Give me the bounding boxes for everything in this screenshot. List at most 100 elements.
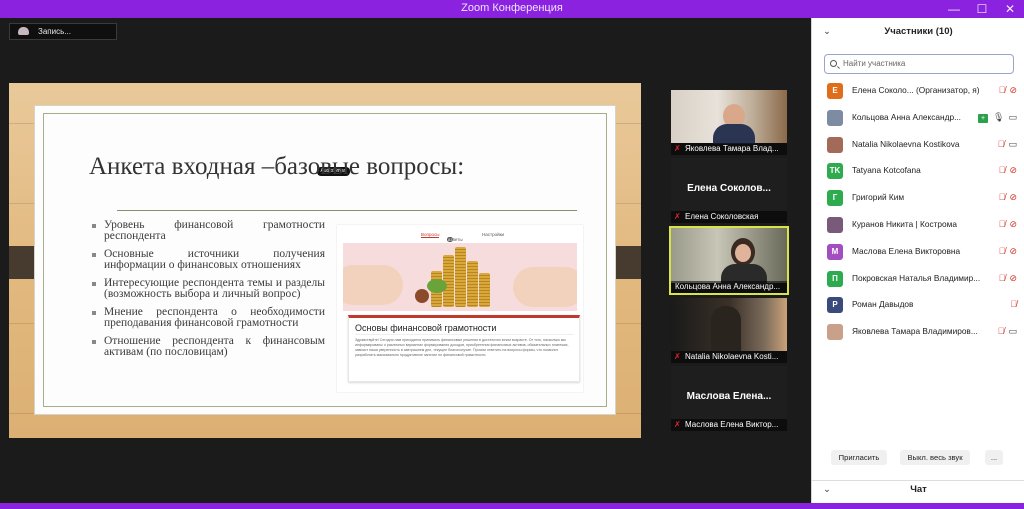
participant-status-icons: 🎙̸ ⊘ xyxy=(999,219,1017,230)
form-description-card: Основы финансовой грамотности Здравствуй… xyxy=(348,315,580,382)
invite-button[interactable]: Пригласить xyxy=(831,450,887,465)
camera-icon[interactable]: ▭ xyxy=(1008,139,1017,149)
chat-header[interactable]: ⌄ Чат xyxy=(812,480,1024,498)
avatar: Е xyxy=(827,83,843,99)
camera-off-icon[interactable]: ⊘ xyxy=(1009,246,1017,256)
participants-header[interactable]: ⌄ Участники (10) xyxy=(812,26,1024,42)
participant-row[interactable]: Р Роман Давыдов 🎙̸ xyxy=(812,292,1024,319)
slide-divider xyxy=(117,210,577,211)
mic-muted-icon[interactable]: 🎙̸ xyxy=(999,165,1006,175)
participant-name: Покровская Наталья Владимир... xyxy=(852,272,981,283)
participant-name: Маслова Елена Викторовна xyxy=(852,245,961,256)
form-tab-settings: Настройки xyxy=(482,232,505,237)
form-tab-questions: Вопросы xyxy=(421,232,440,238)
participant-row[interactable]: Natalia Nikolaevna Kostikova 🎙̸ ▭ xyxy=(812,132,1024,159)
avatar xyxy=(827,109,843,126)
slide-bullet-list: Уровень финансовой грамотности респонден… xyxy=(89,219,325,365)
avatar: П xyxy=(827,270,843,287)
participant-status-icons: 🎙̸ ⊘ xyxy=(999,165,1017,176)
participant-status-icons: 🎙̸ ▭ xyxy=(998,326,1017,337)
mic-muted-icon[interactable]: 🎙̸ xyxy=(1010,299,1017,309)
participant-status-icons: 🎙̸ ⊘ xyxy=(999,246,1017,257)
participant-row[interactable]: Е Елена Соколо... (Организатор, я) 🎙̸ ⊘ xyxy=(812,78,1024,105)
participant-name: Куранов Никита | Кострома xyxy=(852,218,957,229)
video-feed xyxy=(671,298,787,351)
avatar xyxy=(827,216,843,233)
form-card-title: Основы финансовой грамотности xyxy=(355,323,497,333)
close-icon[interactable]: ✕ xyxy=(996,0,1024,18)
mic-muted-icon[interactable]: 🎙̸ xyxy=(999,246,1006,256)
tile-caption: Кольцова Анна Александр... xyxy=(675,282,781,291)
participant-search-input[interactable]: Найти участника xyxy=(824,54,1014,74)
recording-label: Запись... xyxy=(38,27,71,36)
video-tile[interactable]: Елена Соколов... ✗ Елена Соколовская xyxy=(671,158,787,223)
mic-muted-icon[interactable]: 🎙̸ xyxy=(999,85,1006,95)
participant-row[interactable]: Г Григорий Ким 🎙̸ ⊘ xyxy=(812,185,1024,212)
participant-status-icons: 🎙̸ xyxy=(1010,299,1017,309)
form-banner-image xyxy=(343,243,577,311)
cloud-record-icon xyxy=(18,27,29,35)
participant-status-icons: + 🎙 ▭ xyxy=(978,112,1017,123)
participant-name: Яковлева Тамара Владимиров... xyxy=(852,326,978,337)
chat-title: Чат xyxy=(910,484,927,495)
participant-name: Елена Соколо... (Организатор, я) xyxy=(852,85,980,95)
active-speaker-tile[interactable]: Кольцова Анна Александр... xyxy=(669,226,789,295)
participants-panel: ⌄ Участники (10) Найти участника Е Елена … xyxy=(811,18,1024,503)
mic-muted-icon[interactable]: 🎙̸ xyxy=(999,192,1006,202)
video-tile[interactable]: ✗ Яковлева Тамара Влад... xyxy=(671,90,787,155)
avatar: Р xyxy=(827,297,843,314)
mic-muted-icon: ✗ xyxy=(674,420,681,429)
camera-icon[interactable]: ▭ xyxy=(1008,112,1017,122)
tile-name: Елена Соколов... xyxy=(687,183,771,194)
participant-row[interactable]: П Покровская Наталья Владимир... 🎙̸ ⊘ xyxy=(812,266,1024,293)
chevron-down-icon[interactable]: ⌄ xyxy=(823,26,831,37)
tile-caption: Елена Соколовская xyxy=(685,212,759,221)
participant-row[interactable]: Кольцова Анна Александр... + 🎙 ▭ xyxy=(812,105,1024,132)
mic-muted-icon: ✗ xyxy=(674,144,681,153)
participant-row[interactable]: М Маслова Елена Викторовна 🎙̸ ⊘ xyxy=(812,239,1024,266)
chevron-down-icon[interactable]: ⌄ xyxy=(823,481,831,499)
participant-name: Natalia Nikolaevna Kostikova xyxy=(852,138,960,149)
more-options-button[interactable]: ... xyxy=(985,450,1003,465)
shared-screen: AudioSmart Анкета входная –базовые вопро… xyxy=(9,83,641,438)
mic-muted-icon[interactable]: 🎙̸ xyxy=(998,139,1005,149)
camera-off-icon[interactable]: ⊘ xyxy=(1009,165,1017,175)
camera-off-icon[interactable]: ⊘ xyxy=(1009,192,1017,202)
mic-icon[interactable]: 🎙 xyxy=(993,112,1004,122)
video-tile[interactable]: ✗ Natalia Nikolaevna Kosti... xyxy=(671,298,787,363)
title-bar: Zoom Конференция — ☐ ✕ xyxy=(0,0,1024,18)
camera-off-icon[interactable]: ⊘ xyxy=(1009,219,1017,229)
mic-muted-icon: ✗ xyxy=(674,352,681,361)
tile-caption: Маслова Елена Виктор... xyxy=(685,420,779,429)
window-bottom-border xyxy=(0,503,1024,509)
recording-indicator[interactable]: Запись... xyxy=(9,23,117,40)
mic-muted-icon[interactable]: 🎙̸ xyxy=(999,273,1006,283)
participant-name: Кольцова Анна Александр... xyxy=(852,111,961,122)
slide-title: Анкета входная –базовые вопросы: xyxy=(89,153,465,180)
participant-status-icons: 🎙̸ ⊘ xyxy=(999,273,1017,284)
camera-off-icon[interactable]: ⊘ xyxy=(1009,273,1017,283)
camera-off-icon[interactable]: ⊘ xyxy=(1009,85,1017,95)
form-tabs: Вопросы Ответы 83 Настройки xyxy=(421,232,505,242)
minimize-icon[interactable]: — xyxy=(940,0,968,18)
camera-icon[interactable]: ▭ xyxy=(1008,326,1017,336)
tile-caption: Natalia Nikolaevna Kosti... xyxy=(685,352,779,361)
avatar xyxy=(827,324,843,341)
avatar xyxy=(827,136,843,153)
form-screenshot: Вопросы Ответы 83 Настройки Основы финан… xyxy=(337,225,583,392)
mic-muted-icon[interactable]: 🎙̸ xyxy=(998,326,1005,336)
tile-name: Маслова Елена... xyxy=(686,391,772,402)
share-badge-icon: + xyxy=(978,113,989,123)
video-tile[interactable]: Маслова Елена... ✗ Маслова Елена Виктор..… xyxy=(671,366,787,431)
participant-row[interactable]: TK Tatyana Kotcofana 🎙̸ ⊘ xyxy=(812,158,1024,185)
video-feed xyxy=(671,90,787,144)
mute-all-button[interactable]: Выкл. весь звук xyxy=(900,450,970,465)
window-title: Zoom Конференция xyxy=(461,2,563,14)
mic-muted-icon[interactable]: 🎙̸ xyxy=(999,219,1006,229)
participant-row[interactable]: Яковлева Тамара Владимиров... 🎙̸ ▭ xyxy=(812,319,1024,346)
avatar: Г xyxy=(827,190,843,207)
participant-list: Е Елена Соколо... (Организатор, я) 🎙̸ ⊘ Коль… xyxy=(812,78,1024,346)
participant-row[interactable]: Куранов Никита | Кострома 🎙̸ ⊘ xyxy=(812,212,1024,239)
search-icon xyxy=(830,60,837,67)
maximize-icon[interactable]: ☐ xyxy=(968,0,996,18)
